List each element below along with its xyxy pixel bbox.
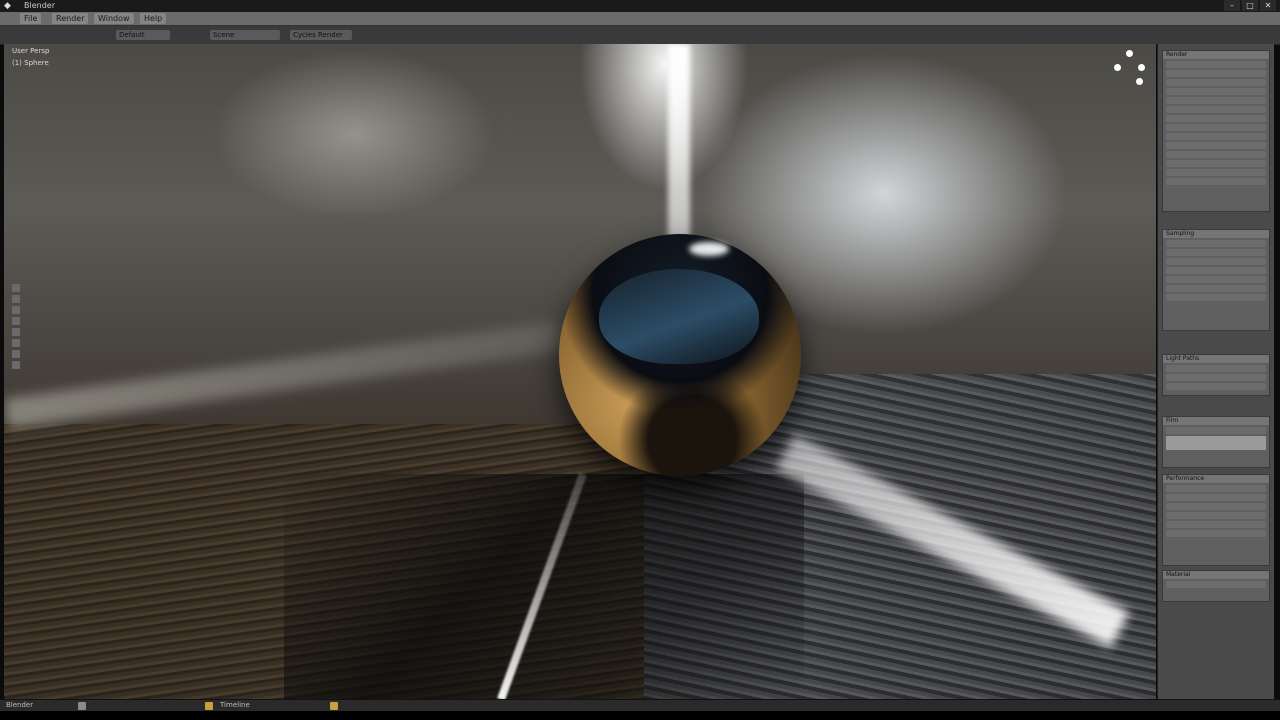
- film-section-header[interactable]: Film: [1163, 417, 1269, 425]
- sampling-section-header[interactable]: Sampling: [1163, 230, 1269, 238]
- sampling-section[interactable]: Sampling: [1162, 229, 1270, 331]
- move-tool-icon[interactable]: [12, 295, 20, 303]
- material-section[interactable]: Material: [1162, 570, 1270, 602]
- light-paths-section[interactable]: Light Paths: [1162, 354, 1270, 396]
- annotate-tool-icon[interactable]: [12, 339, 20, 347]
- 3d-viewport[interactable]: User Persp (1) Sphere: [4, 44, 1156, 699]
- timeline-label: Timeline: [220, 701, 250, 709]
- menu-render[interactable]: Render: [52, 13, 89, 24]
- close-button[interactable]: ✕: [1260, 0, 1276, 11]
- scene-selector[interactable]: Scene: [210, 30, 280, 40]
- viewport-view-label: User Persp: [12, 47, 50, 55]
- window-controls: – □ ✕: [1224, 0, 1276, 11]
- scale-tool-icon[interactable]: [12, 317, 20, 325]
- left-toolshelf: [12, 284, 22, 454]
- viewport-object-label: (1) Sphere: [12, 59, 49, 67]
- gizmo-axis-neg-icon[interactable]: [1136, 78, 1143, 85]
- gizmo-axis-x-icon[interactable]: [1114, 64, 1121, 71]
- window-title: Blender: [24, 1, 55, 10]
- render-section[interactable]: Render: [1162, 50, 1270, 212]
- light-streak-left: [4, 321, 563, 429]
- playback-icon[interactable]: [330, 702, 338, 710]
- cursor-tool-icon[interactable]: [12, 361, 20, 369]
- measure-tool-icon[interactable]: [12, 350, 20, 358]
- gizmo-axis-z-icon[interactable]: [1126, 50, 1133, 57]
- transform-tool-icon[interactable]: [12, 328, 20, 336]
- blender-logo-icon: ◆: [4, 1, 11, 11]
- layout-selector[interactable]: Default: [116, 30, 170, 40]
- menu-help[interactable]: Help: [140, 13, 167, 24]
- properties-panel: Render Sampling Light Paths Film Perform…: [1157, 44, 1274, 699]
- performance-section-header[interactable]: Performance: [1163, 475, 1269, 483]
- maximize-button[interactable]: □: [1242, 0, 1258, 11]
- menu-bar: File Render Window Help: [0, 12, 1280, 26]
- light-beam: [668, 44, 690, 244]
- bottom-strip: [0, 711, 1280, 720]
- film-section[interactable]: Film: [1162, 416, 1270, 468]
- menu-file[interactable]: File: [20, 13, 42, 24]
- editor-type-icon[interactable]: [78, 702, 86, 710]
- sphere-reflection: [599, 269, 759, 364]
- rotate-tool-icon[interactable]: [12, 306, 20, 314]
- select-tool-icon[interactable]: [12, 284, 20, 292]
- render-engine-selector[interactable]: Cycles Render: [290, 30, 352, 40]
- menu-window[interactable]: Window: [94, 13, 134, 24]
- light-paths-section-header[interactable]: Light Paths: [1163, 355, 1269, 363]
- render-section-header[interactable]: Render: [1163, 51, 1269, 59]
- status-left-text: Blender: [6, 701, 34, 709]
- header-toolbar: Default Scene Cycles Render: [0, 26, 1280, 45]
- timeline-key-icon[interactable]: [205, 702, 213, 710]
- gizmo-axis-y-icon[interactable]: [1138, 64, 1145, 71]
- performance-section[interactable]: Performance: [1162, 474, 1270, 566]
- navigation-gizmo[interactable]: [1112, 48, 1148, 88]
- minimize-button[interactable]: –: [1224, 0, 1240, 11]
- sphere-highlight: [689, 242, 729, 256]
- chrome-sphere[interactable]: [559, 234, 801, 476]
- material-section-header[interactable]: Material: [1163, 571, 1269, 579]
